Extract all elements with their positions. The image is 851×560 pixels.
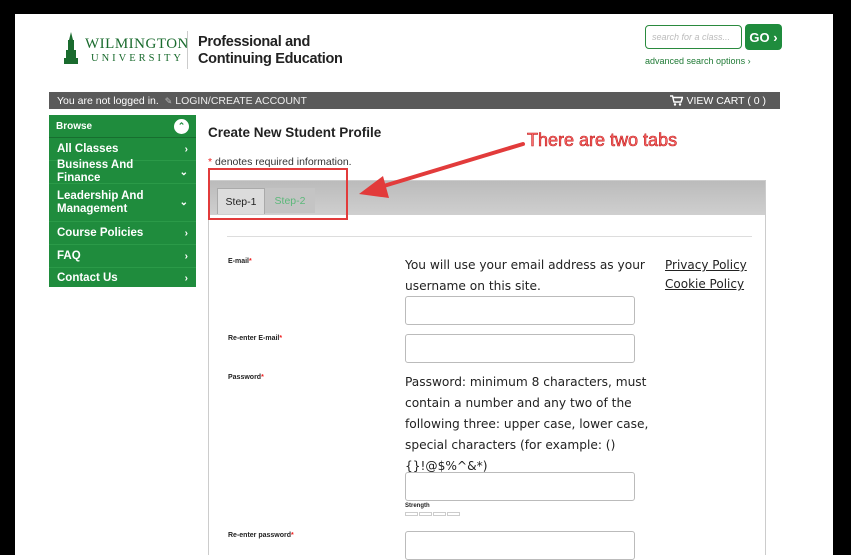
sidebar-item-leadership-and-management[interactable]: Leadership And Management ⌄ bbox=[49, 184, 196, 222]
sidebar-item-label: Business And Finance bbox=[57, 159, 134, 184]
strength-segment bbox=[447, 512, 460, 516]
annotation-text: There are two tabs bbox=[527, 130, 678, 151]
password-label: Password* bbox=[228, 374, 264, 381]
strength-label: Strength bbox=[405, 503, 430, 509]
screen-border-left bbox=[0, 0, 15, 555]
reenter-email-label: Re-enter E-mail* bbox=[228, 335, 282, 342]
reenter-email-label-text: Re-enter E-mail bbox=[228, 335, 280, 342]
password-strength-meter bbox=[405, 512, 460, 516]
required-note: * denotes required information. bbox=[208, 156, 352, 168]
reenter-password-label: Re-enter password* bbox=[228, 532, 294, 539]
annotation-arrow-icon bbox=[359, 142, 525, 198]
required-asterisk: * bbox=[279, 335, 283, 342]
site-title-line1: Professional and bbox=[198, 34, 311, 50]
account-bar: You are not logged in. ✎ LOGIN/CREATE AC… bbox=[49, 92, 780, 109]
required-asterisk: * bbox=[249, 258, 252, 265]
view-cart-link[interactable]: VIEW CART ( 0 ) bbox=[670, 92, 766, 109]
chevron-right-icon: › bbox=[184, 227, 188, 239]
annotation-highlight-box bbox=[208, 168, 348, 220]
search-input[interactable] bbox=[645, 25, 742, 49]
login-create-account-link[interactable]: ✎ LOGIN/CREATE ACCOUNT bbox=[165, 95, 307, 107]
sidebar-item-label: Contact Us bbox=[57, 272, 118, 284]
login-link-label: LOGIN/CREATE ACCOUNT bbox=[175, 94, 307, 107]
password-help-text: Password: minimum 8 characters, must con… bbox=[405, 375, 649, 473]
form-divider bbox=[227, 236, 752, 237]
email-field[interactable] bbox=[405, 296, 635, 325]
reenter-password-field[interactable] bbox=[405, 531, 635, 560]
sidebar-item-all-classes[interactable]: All Classes › bbox=[49, 138, 196, 161]
chevron-right-icon: › bbox=[184, 143, 188, 155]
sidebar-item-label: FAQ bbox=[57, 249, 81, 262]
privacy-policy-link[interactable]: Privacy Policy bbox=[665, 258, 747, 272]
strength-segment bbox=[419, 512, 432, 516]
reenter-email-field[interactable] bbox=[405, 334, 635, 363]
sidebar-heading: Browse bbox=[56, 120, 93, 132]
strength-segment bbox=[433, 512, 446, 516]
chevron-down-icon: ⌄ bbox=[179, 197, 188, 208]
site-title-line2: Continuing Education bbox=[198, 51, 343, 67]
email-label: E-mail* bbox=[228, 258, 252, 265]
chevron-right-icon: › bbox=[184, 250, 188, 262]
logo-line2: UNIVERSITY bbox=[91, 53, 184, 64]
site-title[interactable]: Professional and Continuing Education bbox=[198, 34, 343, 68]
tower-icon bbox=[64, 32, 78, 64]
key-icon: ✎ bbox=[164, 95, 173, 106]
chevron-down-icon: ⌄ bbox=[179, 166, 188, 178]
cookie-policy-link[interactable]: Cookie Policy bbox=[665, 277, 744, 291]
required-asterisk: * bbox=[261, 374, 264, 381]
reenter-password-label-text: Re-enter password bbox=[228, 532, 292, 539]
logo-line1: WILMINGTON bbox=[85, 36, 189, 52]
view-cart-label: VIEW CART ( 0 ) bbox=[686, 94, 766, 107]
sidebar-item-contact-us[interactable]: Contact Us › bbox=[49, 268, 196, 289]
email-help-text: You will use your email address as your … bbox=[405, 258, 645, 293]
sidebar-item-business-and-finance[interactable]: Business And Finance ⌄ bbox=[49, 159, 196, 184]
cart-icon bbox=[670, 95, 684, 106]
logo-divider bbox=[187, 31, 188, 69]
search-go-button[interactable]: GO › bbox=[745, 24, 782, 50]
chevron-right-icon: › bbox=[184, 273, 188, 284]
page-title: Create New Student Profile bbox=[208, 125, 382, 140]
sidebar-item-label: Course Policies bbox=[57, 226, 144, 239]
sidebar-item-course-policies[interactable]: Course Policies › bbox=[49, 222, 196, 245]
collapse-up-icon[interactable]: ⌃ bbox=[174, 118, 189, 134]
required-asterisk: * bbox=[291, 532, 294, 539]
required-note-text: denotes required information. bbox=[212, 156, 352, 168]
password-field[interactable] bbox=[405, 472, 635, 501]
sidebar-header[interactable]: Browse ⌃ bbox=[49, 115, 196, 138]
sidebar-item-faq[interactable]: FAQ › bbox=[49, 245, 196, 268]
email-label-text: E-mail bbox=[228, 258, 250, 265]
password-label-text: Password bbox=[228, 374, 262, 381]
sidebar-item-label: Leadership And Management bbox=[57, 189, 144, 215]
browse-sidebar: Browse ⌃ All Classes › Business And Fina… bbox=[49, 115, 196, 287]
advanced-search-link[interactable]: advanced search options › bbox=[645, 56, 751, 66]
login-status: You are not logged in. bbox=[57, 94, 159, 107]
screen-border-right bbox=[833, 0, 851, 555]
sidebar-item-label: All Classes bbox=[57, 142, 119, 155]
strength-segment bbox=[405, 512, 418, 516]
screen-border-top bbox=[0, 0, 851, 14]
